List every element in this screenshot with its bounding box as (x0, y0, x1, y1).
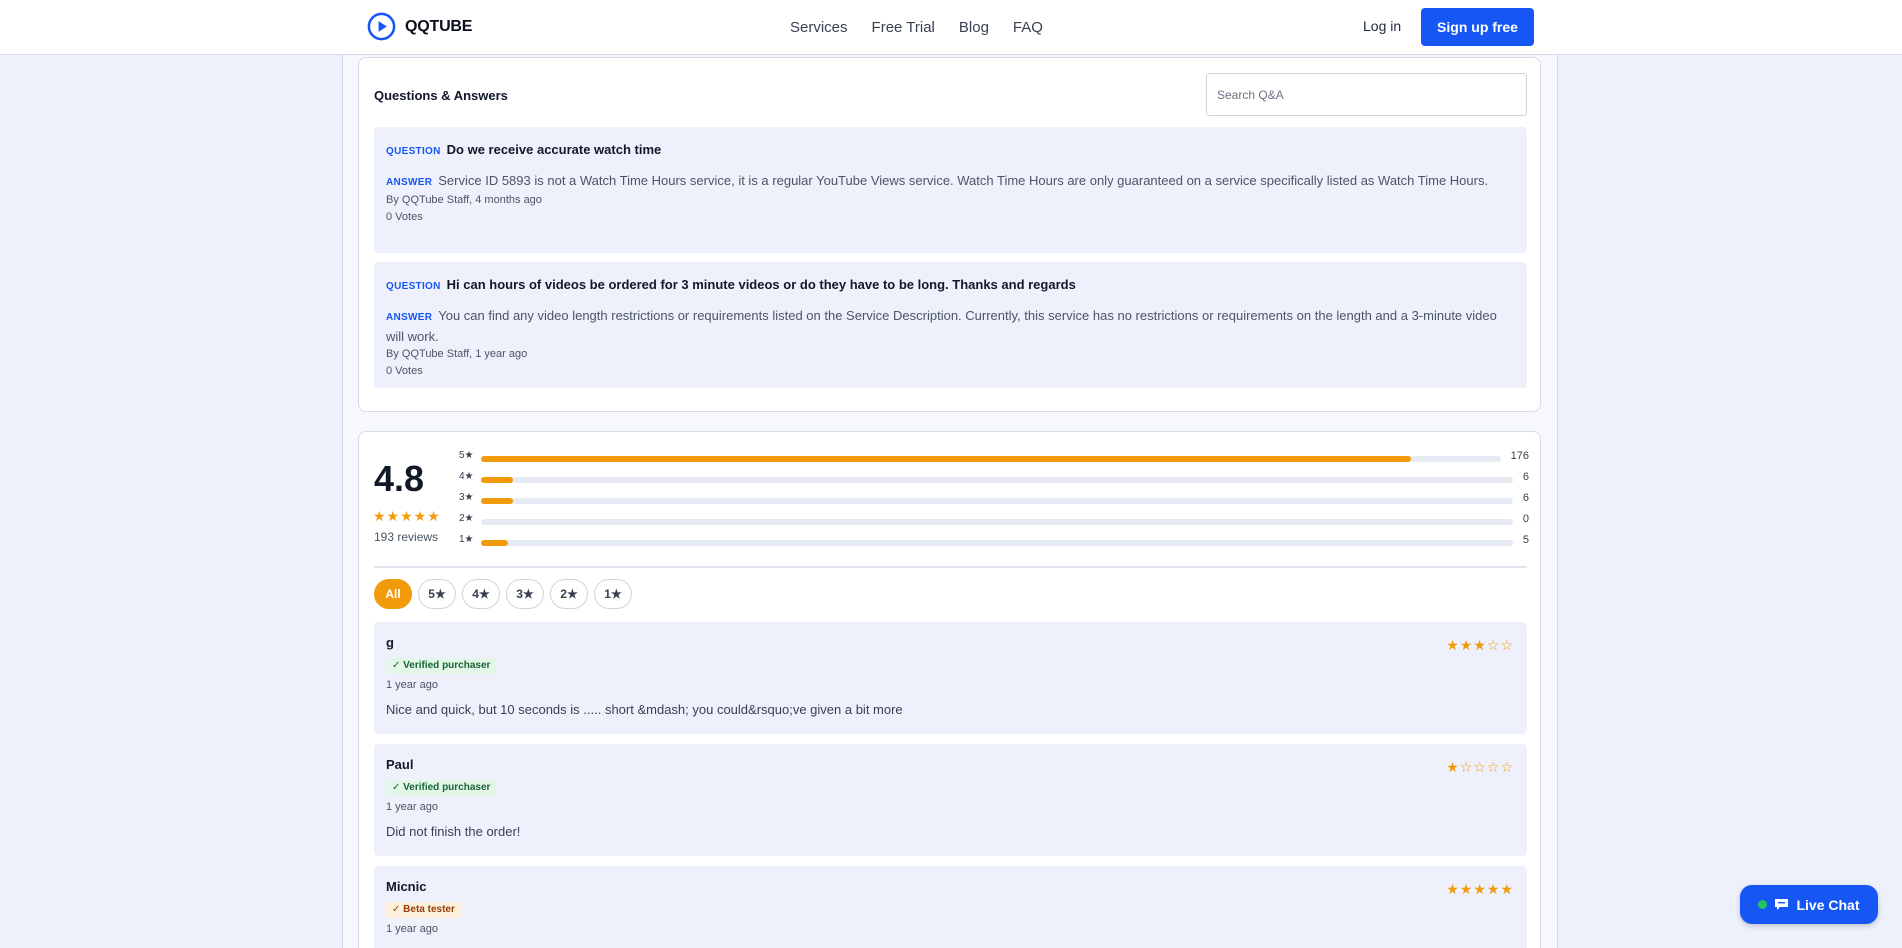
rating-bar-track (481, 456, 1501, 462)
reviews-section: 4.8 ★★★★★ 193 reviews 5★ 176 4★ 6 3★ 6 2… (358, 431, 1541, 948)
rating-row: 5★ 176 (459, 450, 1529, 471)
filter-2-star[interactable]: 2★ (550, 579, 588, 609)
online-status-dot (1758, 900, 1768, 909)
reviewer-name: Micnic (386, 879, 427, 894)
rating-row: 2★ 0 (459, 513, 1529, 534)
divider (374, 566, 1527, 568)
reviewer-name: g (386, 635, 394, 650)
qa-question: QUESTION Do we receive accurate watch tim… (386, 141, 1515, 161)
main-nav: Services Free Trial Blog FAQ (790, 19, 1043, 36)
review-text: Nice and quick, but 10 seconds is ..... … (386, 702, 903, 717)
qa-search-input[interactable] (1206, 73, 1527, 116)
qa-question: QUESTION Hi can hours of videos be ordere… (386, 276, 1515, 296)
nav-faq[interactable]: FAQ (1013, 19, 1043, 36)
review-stars: ★★★★★ (1446, 881, 1514, 897)
rating-bar-fill (481, 477, 513, 483)
rating-label: 5★ (459, 450, 474, 461)
rating-bar-fill (481, 540, 508, 546)
brand-name: QQTUBE (405, 17, 473, 35)
qa-byline: By QQTube Staff, 4 months ago (386, 194, 542, 206)
question-text: Do we receive accurate watch time (446, 142, 662, 157)
filter-all[interactable]: All (374, 579, 412, 609)
rating-label: 4★ (459, 471, 474, 482)
rating-row: 1★ 5 (459, 534, 1529, 555)
brand-logo[interactable]: QQTUBE (366, 11, 472, 42)
review-item: Micnic ✓ Beta tester 1 year ago ★★★★★ (374, 866, 1527, 948)
rating-count: 5 (1522, 534, 1529, 546)
rating-count: 6 (1522, 492, 1529, 504)
rating-count: 0 (1522, 513, 1529, 525)
qa-answer: ANSWER You can find any video length rest… (386, 306, 1515, 346)
review-stars: ★★★☆☆ (1446, 637, 1514, 653)
login-link[interactable]: Log in (1363, 18, 1401, 34)
rating-row: 4★ 6 (459, 471, 1529, 492)
review-date: 1 year ago (386, 801, 438, 813)
rating-bar-track (481, 519, 1513, 525)
rating-bar-track (481, 540, 1513, 546)
verified-badge: ✓ Verified purchaser (386, 780, 497, 796)
review-item: Paul ✓ Verified purchaser 1 year ago Did… (374, 744, 1527, 856)
rating-label: 1★ (459, 534, 474, 545)
review-text: Did not finish the order! (386, 824, 521, 839)
qa-item: QUESTION Do we receive accurate watch tim… (374, 127, 1527, 253)
live-chat-label: Live Chat (1796, 896, 1860, 913)
rating-bar-track (481, 498, 1513, 504)
answer-tag: ANSWER (386, 177, 433, 188)
beta-tester-badge: ✓ Beta tester (386, 902, 461, 918)
play-logo-icon (367, 12, 396, 41)
filter-3-star[interactable]: 3★ (506, 579, 544, 609)
rating-breakdown: 5★ 176 4★ 6 3★ 6 2★ 0 1★ 5 (459, 450, 1529, 555)
nav-free-trial[interactable]: Free Trial (872, 19, 935, 36)
top-navigation-bar: QQTUBE Services Free Trial Blog FAQ Log … (0, 0, 1902, 55)
nav-blog[interactable]: Blog (959, 19, 989, 36)
question-text: Hi can hours of videos be ordered for 3 … (446, 277, 1076, 292)
rating-filters: All 5★ 4★ 3★ 2★ 1★ (374, 579, 632, 609)
qa-answer: ANSWER Service ID 5893 is not a Watch Tim… (386, 171, 1515, 192)
rating-count: 6 (1522, 471, 1529, 483)
answer-text: Service ID 5893 is not a Watch Time Hour… (438, 173, 1489, 188)
chat-bubble-icon (1775, 899, 1789, 910)
filter-4-star[interactable]: 4★ (462, 579, 500, 609)
answer-tag: ANSWER (386, 312, 433, 323)
review-count: 193 reviews (374, 530, 439, 544)
qa-votes: 0 Votes (386, 211, 423, 223)
rating-bar-fill (481, 456, 1411, 462)
filter-1-star[interactable]: 1★ (594, 579, 632, 609)
rating-bar-fill (481, 498, 513, 504)
qa-item: QUESTION Hi can hours of videos be ordere… (374, 262, 1527, 388)
qa-title: Questions & Answers (374, 88, 508, 103)
answer-text: You can find any video length restrictio… (386, 308, 1497, 344)
rating-row: 3★ 6 (459, 492, 1529, 513)
filter-5-star[interactable]: 5★ (418, 579, 456, 609)
live-chat-button[interactable]: Live Chat (1740, 885, 1878, 924)
rating-label: 2★ (459, 513, 474, 524)
question-tag: QUESTION (386, 146, 441, 157)
average-rating: 4.8 (374, 458, 425, 499)
rating-count: 176 (1510, 450, 1529, 462)
qa-byline: By QQTube Staff, 1 year ago (386, 348, 528, 360)
signup-button[interactable]: Sign up free (1421, 8, 1534, 46)
review-date: 1 year ago (386, 923, 438, 935)
qa-section: Questions & Answers QUESTION Do we receiv… (358, 57, 1541, 412)
rating-bar-track (481, 477, 1513, 483)
rating-label: 3★ (459, 492, 474, 503)
reviewer-name: Paul (386, 757, 414, 772)
average-stars: ★★★★★ (373, 508, 441, 524)
question-tag: QUESTION (386, 281, 441, 292)
nav-services[interactable]: Services (790, 19, 848, 36)
review-item: g ✓ Verified purchaser 1 year ago Nice a… (374, 622, 1527, 734)
review-date: 1 year ago (386, 679, 438, 691)
verified-badge: ✓ Verified purchaser (386, 658, 497, 674)
review-stars: ★☆☆☆☆ (1446, 759, 1514, 775)
qa-votes: 0 Votes (386, 365, 423, 377)
